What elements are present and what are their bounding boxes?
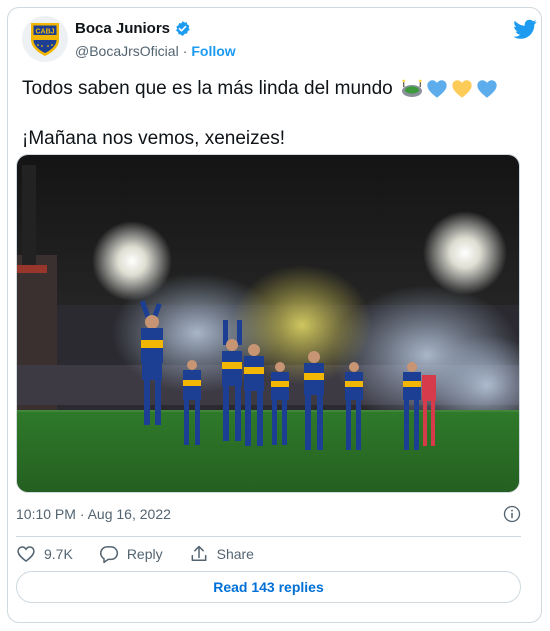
- share-upload-icon: [191, 545, 207, 561]
- tweet-photo[interactable]: [16, 154, 520, 493]
- blue-heart-emoji: [427, 80, 447, 98]
- avatar[interactable]: CABJ: [22, 16, 68, 62]
- stadium-emoji: [401, 79, 422, 97]
- timestamp-row: 10:10 PM · Aug 16, 2022: [16, 505, 521, 523]
- tweet-text-line1: Todos saben que es la más linda del mund…: [22, 78, 498, 100]
- author-name[interactable]: Boca Juniors: [75, 20, 170, 37]
- share-label: Share: [216, 546, 254, 562]
- crest-logo-text: CABJ: [35, 29, 54, 36]
- info-icon[interactable]: [503, 505, 521, 523]
- author-handle-row: @BocaJrsOficial · Follow: [75, 43, 236, 59]
- yellow-heart-emoji: [452, 80, 472, 98]
- twitter-bird-icon[interactable]: [513, 17, 537, 41]
- author-name-row[interactable]: Boca Juniors: [75, 20, 191, 37]
- tweet-timestamp[interactable]: 10:10 PM · Aug 16, 2022: [16, 506, 171, 522]
- stadium-team-photo: [17, 155, 519, 492]
- verified-badge-icon: [176, 21, 190, 36]
- reply-bubble-icon: [99, 546, 118, 564]
- like-count: 9.7K: [44, 546, 73, 562]
- author-handle[interactable]: @BocaJrsOficial: [75, 43, 179, 59]
- emoji-group: [401, 78, 498, 100]
- heart-icon: [17, 546, 35, 563]
- blue-heart-emoji: [477, 80, 497, 98]
- boca-crest-icon: CABJ: [31, 23, 59, 56]
- tweet-text-1: Todos saben que es la más linda del mund…: [22, 78, 393, 99]
- share-action[interactable]: Share: [189, 542, 254, 566]
- tweet-actions: 9.7K Reply Share: [16, 542, 280, 566]
- reply-label: Reply: [126, 546, 163, 562]
- divider: [16, 536, 521, 537]
- like-action[interactable]: 9.7K: [16, 542, 73, 566]
- read-replies-button[interactable]: Read 143 replies: [16, 571, 521, 603]
- tweet-text-line2: ¡Mañana nos vemos, xeneizes!: [22, 128, 285, 149]
- reply-action[interactable]: Reply: [99, 542, 163, 566]
- follow-button[interactable]: Follow: [191, 43, 235, 59]
